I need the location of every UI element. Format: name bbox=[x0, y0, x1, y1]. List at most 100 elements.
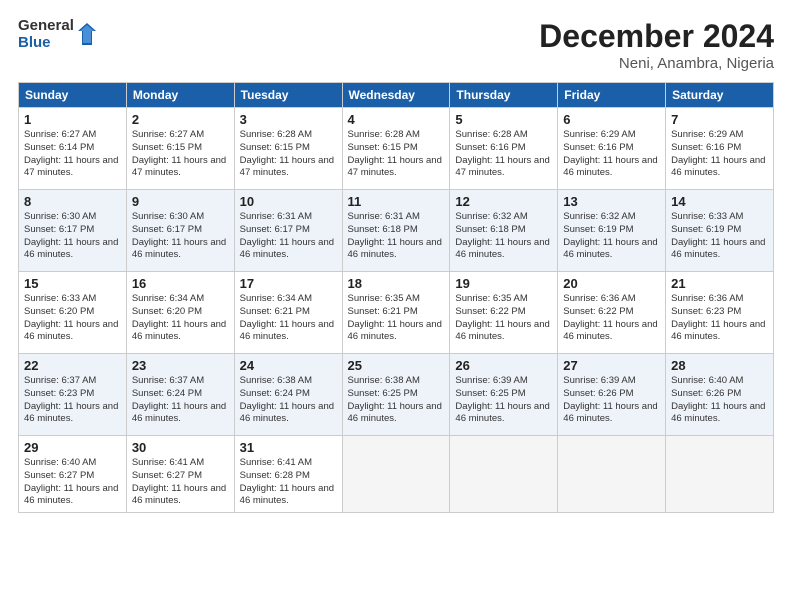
day-number: 5 bbox=[455, 112, 552, 127]
day-number: 8 bbox=[24, 194, 121, 209]
calendar-week-1: 1 Sunrise: 6:27 AM Sunset: 6:14 PM Daylig… bbox=[19, 108, 774, 190]
calendar-cell bbox=[558, 436, 666, 513]
day-info: Sunrise: 6:38 AM Sunset: 6:24 PM Dayligh… bbox=[240, 375, 334, 424]
logo-blue: Blue bbox=[18, 35, 74, 52]
day-number: 1 bbox=[24, 112, 121, 127]
day-info: Sunrise: 6:38 AM Sunset: 6:25 PM Dayligh… bbox=[348, 375, 442, 424]
calendar-cell: 20 Sunrise: 6:36 AM Sunset: 6:22 PM Dayli… bbox=[558, 272, 666, 354]
day-number: 2 bbox=[132, 112, 229, 127]
day-number: 14 bbox=[671, 194, 768, 209]
calendar-cell: 16 Sunrise: 6:34 AM Sunset: 6:20 PM Dayli… bbox=[126, 272, 234, 354]
header-monday: Monday bbox=[126, 83, 234, 108]
calendar-cell: 21Sunrise: 6:36 AM Sunset: 6:23 PM Dayli… bbox=[666, 272, 774, 354]
calendar-cell: 22 Sunrise: 6:37 AM Sunset: 6:23 PM Dayli… bbox=[19, 354, 127, 436]
day-number: 7 bbox=[671, 112, 768, 127]
logo-icon bbox=[78, 23, 96, 45]
day-info: Sunrise: 6:32 AM Sunset: 6:19 PM Dayligh… bbox=[563, 211, 657, 260]
day-info: Sunrise: 6:35 AM Sunset: 6:21 PM Dayligh… bbox=[348, 293, 442, 342]
day-info: Sunrise: 6:28 AM Sunset: 6:15 PM Dayligh… bbox=[348, 129, 442, 178]
calendar-cell: 12 Sunrise: 6:32 AM Sunset: 6:18 PM Dayli… bbox=[450, 190, 558, 272]
day-number: 6 bbox=[563, 112, 660, 127]
calendar-cell: 11Sunrise: 6:31 AM Sunset: 6:18 PM Dayli… bbox=[342, 190, 450, 272]
header-saturday: Saturday bbox=[666, 83, 774, 108]
day-number: 13 bbox=[563, 194, 660, 209]
day-number: 18 bbox=[348, 276, 445, 291]
day-info: Sunrise: 6:40 AM Sunset: 6:26 PM Dayligh… bbox=[671, 375, 765, 424]
header: General Blue December 2024 Neni, Anambra… bbox=[18, 18, 774, 72]
title-block: December 2024 Neni, Anambra, Nigeria bbox=[539, 18, 774, 72]
calendar-cell: 30 Sunrise: 6:41 AM Sunset: 6:27 PM Dayli… bbox=[126, 436, 234, 513]
calendar-week-5: 29 Sunrise: 6:40 AM Sunset: 6:27 PM Dayli… bbox=[19, 436, 774, 513]
day-number: 29 bbox=[24, 440, 121, 455]
calendar-cell: 27 Sunrise: 6:39 AM Sunset: 6:26 PM Dayli… bbox=[558, 354, 666, 436]
day-info: Sunrise: 6:41 AM Sunset: 6:27 PM Dayligh… bbox=[132, 457, 226, 506]
calendar-cell: 26 Sunrise: 6:39 AM Sunset: 6:25 PM Dayli… bbox=[450, 354, 558, 436]
calendar-cell: 18 Sunrise: 6:35 AM Sunset: 6:21 PM Dayli… bbox=[342, 272, 450, 354]
calendar-cell: 17Sunrise: 6:34 AM Sunset: 6:21 PM Dayli… bbox=[234, 272, 342, 354]
calendar-cell bbox=[450, 436, 558, 513]
calendar-cell: 24 Sunrise: 6:38 AM Sunset: 6:24 PM Dayli… bbox=[234, 354, 342, 436]
calendar-cell: 3Sunrise: 6:28 AM Sunset: 6:15 PM Daylig… bbox=[234, 108, 342, 190]
day-info: Sunrise: 6:29 AM Sunset: 6:16 PM Dayligh… bbox=[671, 129, 765, 178]
day-info: Sunrise: 6:41 AM Sunset: 6:28 PM Dayligh… bbox=[240, 457, 334, 506]
calendar-cell bbox=[342, 436, 450, 513]
day-number: 25 bbox=[348, 358, 445, 373]
day-info: Sunrise: 6:27 AM Sunset: 6:14 PM Dayligh… bbox=[24, 129, 118, 178]
day-number: 30 bbox=[132, 440, 229, 455]
header-sunday: Sunday bbox=[19, 83, 127, 108]
calendar-week-2: 8 Sunrise: 6:30 AM Sunset: 6:17 PM Daylig… bbox=[19, 190, 774, 272]
calendar-cell: 28 Sunrise: 6:40 AM Sunset: 6:26 PM Dayli… bbox=[666, 354, 774, 436]
calendar-cell: 8 Sunrise: 6:30 AM Sunset: 6:17 PM Daylig… bbox=[19, 190, 127, 272]
calendar-cell bbox=[666, 436, 774, 513]
calendar-cell: 23 Sunrise: 6:37 AM Sunset: 6:24 PM Dayli… bbox=[126, 354, 234, 436]
day-info: Sunrise: 6:40 AM Sunset: 6:27 PM Dayligh… bbox=[24, 457, 118, 506]
day-number: 4 bbox=[348, 112, 445, 127]
day-info: Sunrise: 6:34 AM Sunset: 6:21 PM Dayligh… bbox=[240, 293, 334, 342]
day-info: Sunrise: 6:28 AM Sunset: 6:15 PM Dayligh… bbox=[240, 129, 334, 178]
calendar-cell: 4 Sunrise: 6:28 AM Sunset: 6:15 PM Daylig… bbox=[342, 108, 450, 190]
day-info: Sunrise: 6:34 AM Sunset: 6:20 PM Dayligh… bbox=[132, 293, 226, 342]
day-number: 31 bbox=[240, 440, 337, 455]
day-info: Sunrise: 6:33 AM Sunset: 6:20 PM Dayligh… bbox=[24, 293, 118, 342]
calendar-cell: 6Sunrise: 6:29 AM Sunset: 6:16 PM Daylig… bbox=[558, 108, 666, 190]
day-number: 27 bbox=[563, 358, 660, 373]
calendar-cell: 2 Sunrise: 6:27 AM Sunset: 6:15 PM Daylig… bbox=[126, 108, 234, 190]
day-number: 22 bbox=[24, 358, 121, 373]
day-info: Sunrise: 6:30 AM Sunset: 6:17 PM Dayligh… bbox=[24, 211, 118, 260]
calendar-cell: 15Sunrise: 6:33 AM Sunset: 6:20 PM Dayli… bbox=[19, 272, 127, 354]
calendar-cell: 29 Sunrise: 6:40 AM Sunset: 6:27 PM Dayli… bbox=[19, 436, 127, 513]
calendar: Sunday Monday Tuesday Wednesday Thursday… bbox=[18, 82, 774, 513]
calendar-cell: 19Sunrise: 6:35 AM Sunset: 6:22 PM Dayli… bbox=[450, 272, 558, 354]
day-info: Sunrise: 6:39 AM Sunset: 6:25 PM Dayligh… bbox=[455, 375, 549, 424]
day-number: 24 bbox=[240, 358, 337, 373]
day-info: Sunrise: 6:28 AM Sunset: 6:16 PM Dayligh… bbox=[455, 129, 549, 178]
day-info: Sunrise: 6:39 AM Sunset: 6:26 PM Dayligh… bbox=[563, 375, 657, 424]
day-number: 12 bbox=[455, 194, 552, 209]
header-tuesday: Tuesday bbox=[234, 83, 342, 108]
day-number: 9 bbox=[132, 194, 229, 209]
day-number: 23 bbox=[132, 358, 229, 373]
day-info: Sunrise: 6:37 AM Sunset: 6:23 PM Dayligh… bbox=[24, 375, 118, 424]
logo: General Blue bbox=[18, 18, 96, 51]
day-info: Sunrise: 6:27 AM Sunset: 6:15 PM Dayligh… bbox=[132, 129, 226, 178]
calendar-header-row: Sunday Monday Tuesday Wednesday Thursday… bbox=[19, 83, 774, 108]
day-info: Sunrise: 6:31 AM Sunset: 6:17 PM Dayligh… bbox=[240, 211, 334, 260]
logo-general: General bbox=[18, 18, 74, 35]
day-info: Sunrise: 6:32 AM Sunset: 6:18 PM Dayligh… bbox=[455, 211, 549, 260]
day-info: Sunrise: 6:36 AM Sunset: 6:22 PM Dayligh… bbox=[563, 293, 657, 342]
calendar-cell: 14Sunrise: 6:33 AM Sunset: 6:19 PM Dayli… bbox=[666, 190, 774, 272]
day-info: Sunrise: 6:35 AM Sunset: 6:22 PM Dayligh… bbox=[455, 293, 549, 342]
calendar-cell: 13 Sunrise: 6:32 AM Sunset: 6:19 PM Dayli… bbox=[558, 190, 666, 272]
day-number: 21 bbox=[671, 276, 768, 291]
day-number: 26 bbox=[455, 358, 552, 373]
calendar-cell: 1 Sunrise: 6:27 AM Sunset: 6:14 PM Daylig… bbox=[19, 108, 127, 190]
logo-text: General Blue bbox=[18, 18, 74, 51]
header-wednesday: Wednesday bbox=[342, 83, 450, 108]
calendar-cell: 10Sunrise: 6:31 AM Sunset: 6:17 PM Dayli… bbox=[234, 190, 342, 272]
day-info: Sunrise: 6:37 AM Sunset: 6:24 PM Dayligh… bbox=[132, 375, 226, 424]
title-month: December 2024 bbox=[539, 18, 774, 55]
day-number: 28 bbox=[671, 358, 768, 373]
day-number: 16 bbox=[132, 276, 229, 291]
calendar-week-3: 15Sunrise: 6:33 AM Sunset: 6:20 PM Dayli… bbox=[19, 272, 774, 354]
day-number: 20 bbox=[563, 276, 660, 291]
